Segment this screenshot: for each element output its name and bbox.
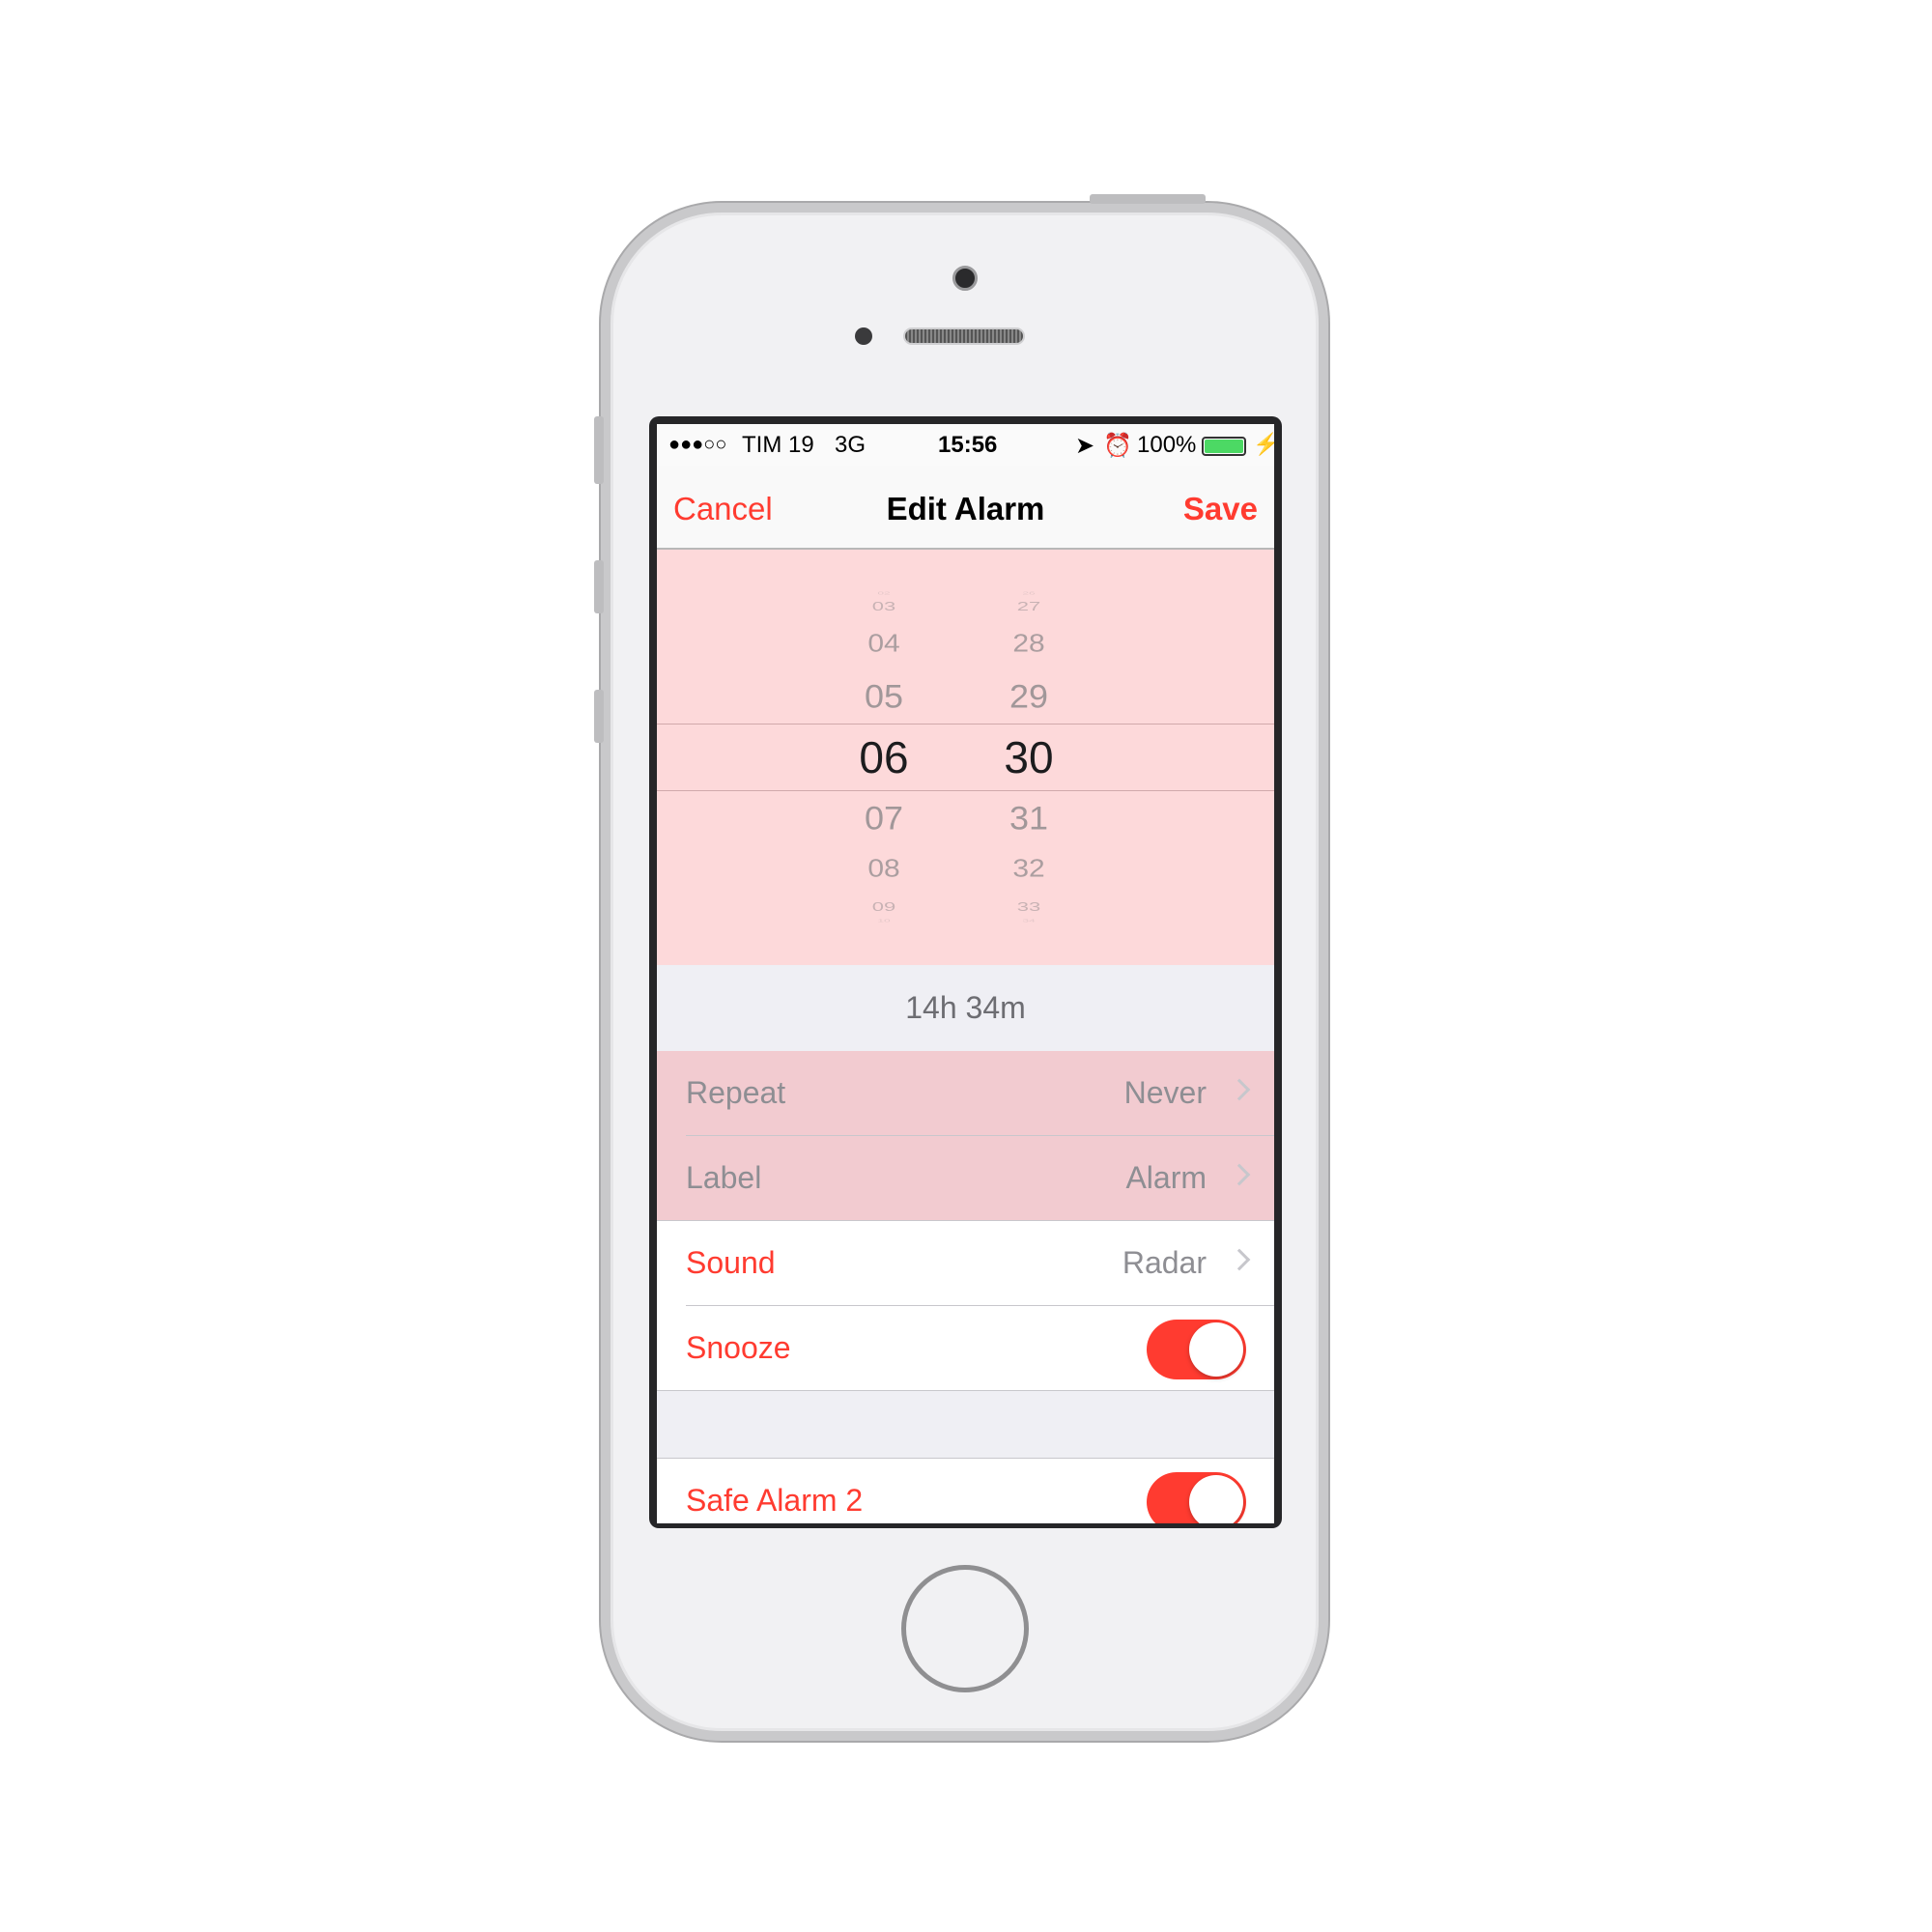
- hour-option[interactable]: 08: [867, 856, 899, 884]
- status-bar: ●●●○○ TIM 19 3G 15:56 ➤ ⏰ 100% ⚡: [657, 424, 1274, 466]
- hour-option[interactable]: 02: [877, 591, 890, 596]
- volume-up-button: [594, 560, 604, 613]
- row-value: Alarm: [1125, 1160, 1207, 1195]
- charging-bolt-icon: ⚡: [1253, 432, 1274, 456]
- mute-switch: [594, 416, 604, 484]
- speaker-grille: [903, 327, 1025, 345]
- page-title: Edit Alarm: [886, 491, 1045, 526]
- row-label: Repeat: [686, 1075, 786, 1110]
- chevron-right-icon: [1228, 1078, 1251, 1101]
- carrier: TIM 19: [742, 432, 814, 458]
- network-type: 3G: [835, 432, 867, 458]
- clock: 15:56: [938, 432, 998, 458]
- minute-option[interactable]: 31: [1009, 799, 1048, 838]
- home-button[interactable]: [901, 1565, 1029, 1692]
- time-picker[interactable]: 02 03 04 05 06 07 08 09 10 26 27 28 29 30 31 32 33 34: [657, 550, 1274, 965]
- row-snooze[interactable]: Snooze: [657, 1306, 1274, 1391]
- battery-percent: 100%: [1137, 432, 1197, 458]
- screen: ●●●○○ TIM 19 3G 15:56 ➤ ⏰ 100% ⚡ Cancel …: [657, 424, 1274, 1523]
- chevron-right-icon: [1228, 1248, 1251, 1271]
- location-arrow-icon: ➤: [1075, 433, 1095, 459]
- minute-option[interactable]: 26: [1022, 591, 1035, 596]
- selected-minute[interactable]: 30: [1004, 731, 1053, 783]
- row-label: Label: [686, 1160, 762, 1195]
- row-label: Safe Alarm 2: [686, 1483, 864, 1518]
- row-repeat[interactable]: Repeat Never: [657, 1051, 1274, 1136]
- nav-bar: Cancel Edit Alarm Save: [657, 466, 1274, 550]
- minute-option[interactable]: 27: [1017, 599, 1040, 614]
- row-value: Radar: [1122, 1245, 1207, 1280]
- signal-strength: ●●●○○: [668, 434, 727, 455]
- hour-option[interactable]: 07: [865, 799, 903, 838]
- selection-line-bottom: [657, 790, 1274, 791]
- hour-option[interactable]: 04: [867, 631, 899, 659]
- toggle-switch[interactable]: [1147, 1320, 1246, 1379]
- alarm-clock-icon: ⏰: [1103, 433, 1132, 459]
- toggle-switch[interactable]: [1147, 1472, 1246, 1523]
- hour-option[interactable]: 05: [865, 677, 903, 716]
- selected-hour[interactable]: 06: [859, 731, 908, 783]
- sensor: [855, 327, 872, 345]
- toggle-knob: [1189, 1475, 1243, 1523]
- chevron-right-icon: [1228, 1163, 1251, 1186]
- hour-option[interactable]: 10: [877, 919, 890, 923]
- save-button[interactable]: Save: [1183, 491, 1258, 527]
- row-label[interactable]: Label Alarm: [657, 1136, 1274, 1221]
- toggle-knob: [1189, 1322, 1243, 1377]
- volume-down-button: [594, 690, 604, 743]
- row-value: Never: [1123, 1075, 1207, 1110]
- minute-option[interactable]: 29: [1009, 677, 1048, 716]
- power-button: [1090, 194, 1206, 204]
- row-safe-alarm-2[interactable]: Safe Alarm 2: [657, 1459, 1274, 1523]
- minute-option[interactable]: 28: [1012, 631, 1044, 659]
- minute-option[interactable]: 34: [1022, 919, 1035, 923]
- hour-option[interactable]: 03: [872, 599, 895, 614]
- row-label: Sound: [686, 1245, 776, 1280]
- battery-icon: [1202, 437, 1246, 456]
- front-camera: [952, 266, 978, 291]
- hour-option[interactable]: 09: [872, 899, 895, 915]
- section-gap: [657, 1391, 1274, 1459]
- row-label: Snooze: [686, 1330, 791, 1365]
- minute-option[interactable]: 32: [1012, 856, 1044, 884]
- time-until-alarm: 14h 34m: [657, 965, 1274, 1051]
- minute-option[interactable]: 33: [1017, 899, 1040, 915]
- row-sound[interactable]: Sound Radar: [657, 1221, 1274, 1306]
